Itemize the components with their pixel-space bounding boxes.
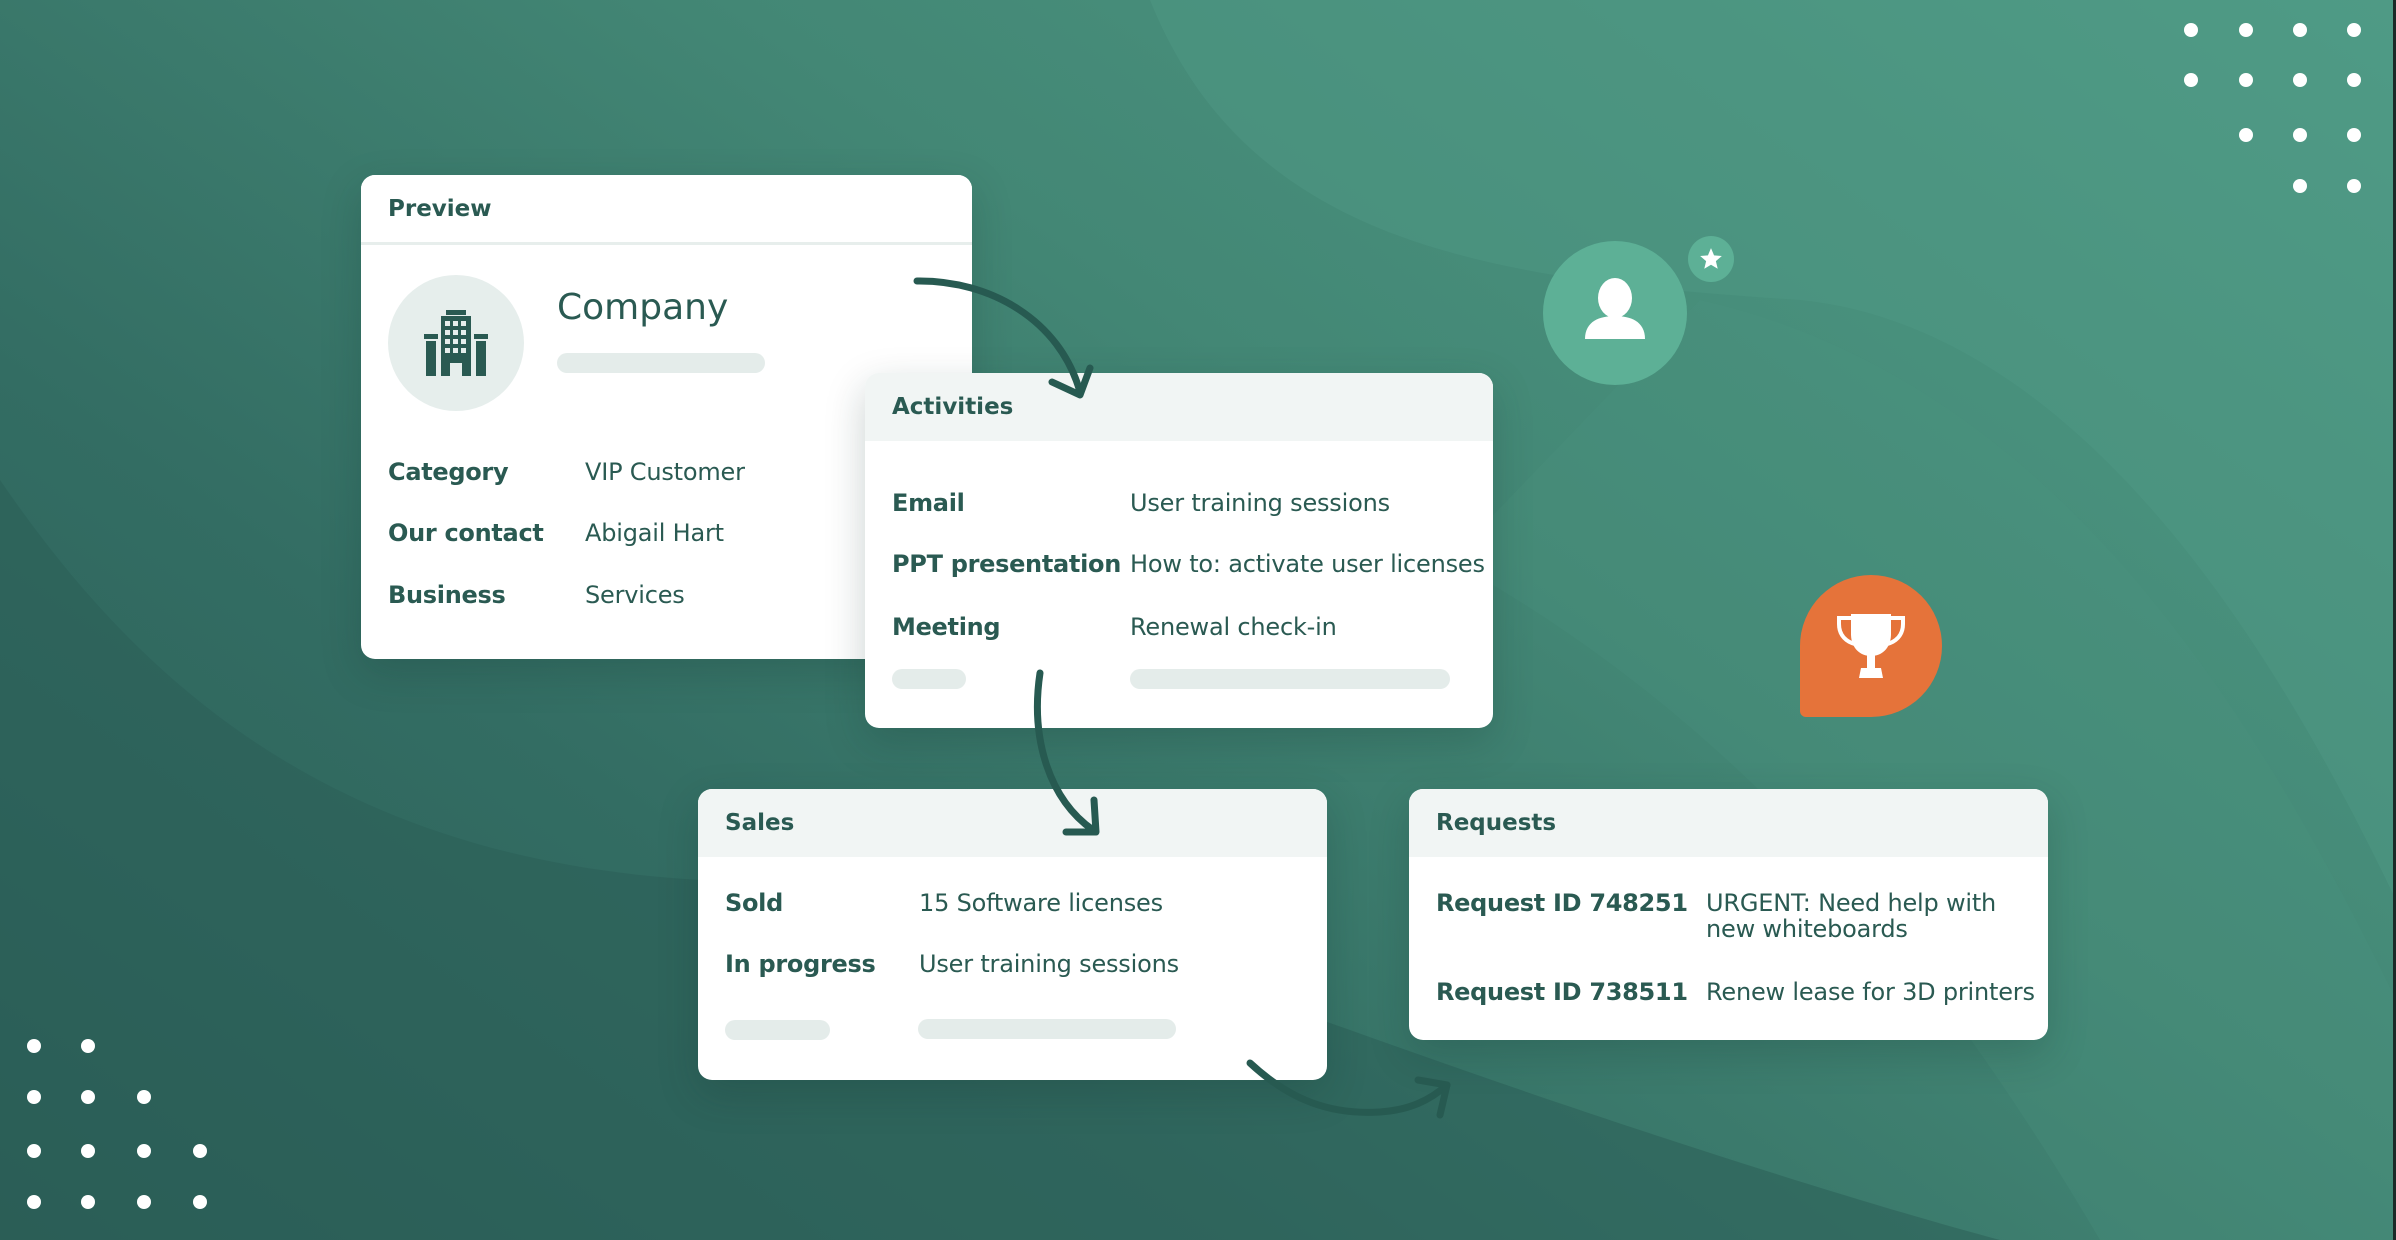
field-value: Services	[585, 581, 685, 609]
skeleton-bar	[557, 353, 765, 373]
sale-detail: User training sessions	[919, 950, 1179, 978]
dot	[137, 1144, 151, 1158]
activities-card-header: Activities	[865, 373, 1493, 441]
skeleton-bar	[725, 1020, 830, 1040]
activity-type: Meeting	[892, 613, 1001, 641]
dot	[2184, 23, 2198, 37]
skeleton-bar	[918, 1019, 1176, 1039]
trophy-icon	[1837, 614, 1905, 678]
dot	[2347, 73, 2361, 87]
field-label: Category	[388, 458, 509, 486]
dot	[2239, 73, 2253, 87]
sales-card-header: Sales	[698, 789, 1327, 857]
dot	[2239, 128, 2253, 142]
dot	[27, 1039, 41, 1053]
dot	[2239, 23, 2253, 37]
activity-type: Email	[892, 489, 965, 517]
user-badge	[1543, 241, 1687, 385]
dot	[2293, 128, 2307, 142]
user-icon	[1585, 278, 1645, 339]
request-id: Request ID 748251	[1436, 889, 1688, 917]
requests-card: Requests Request ID 748251 URGENT: Need …	[1409, 789, 2048, 1040]
trophy-badge	[1800, 575, 1942, 717]
dot	[193, 1195, 207, 1209]
dot	[27, 1195, 41, 1209]
request-description-continued: new whiteboards	[1706, 915, 1908, 943]
skeleton-bar	[1130, 669, 1450, 689]
preview-card-header: Preview	[361, 175, 972, 245]
requests-card-header: Requests	[1409, 789, 2048, 857]
request-id: Request ID 738511	[1436, 978, 1688, 1006]
request-description: Renew lease for 3D printers	[1706, 978, 2035, 1006]
dot	[27, 1090, 41, 1104]
sale-detail: 15 Software licenses	[919, 889, 1163, 917]
dot	[137, 1195, 151, 1209]
star-badge	[1688, 236, 1734, 282]
sale-status: In progress	[725, 950, 876, 978]
dot	[2347, 179, 2361, 193]
dot	[2293, 23, 2307, 37]
dot	[81, 1195, 95, 1209]
activity-subject: Renewal check-in	[1130, 613, 1337, 641]
activities-card: Activities Email User training sessions …	[865, 373, 1493, 728]
dot	[137, 1090, 151, 1104]
dot	[81, 1039, 95, 1053]
field-value: VIP Customer	[585, 458, 745, 486]
star-icon	[1700, 248, 1722, 269]
dot	[81, 1090, 95, 1104]
activity-subject: How to: activate user licenses	[1130, 550, 1485, 578]
dot	[81, 1144, 95, 1158]
sale-status: Sold	[725, 889, 783, 917]
activity-type: PPT presentation	[892, 550, 1121, 578]
company-name: Company	[557, 287, 729, 328]
company-avatar	[388, 275, 524, 411]
field-label: Business	[388, 581, 506, 609]
dot	[2293, 179, 2307, 193]
dot	[193, 1144, 207, 1158]
dot	[27, 1144, 41, 1158]
dot	[2293, 73, 2307, 87]
skeleton-bar	[892, 669, 966, 689]
field-value: Abigail Hart	[585, 519, 724, 547]
dot	[2347, 128, 2361, 142]
building-icon	[424, 310, 488, 376]
field-label: Our contact	[388, 519, 544, 547]
sales-card: Sales Sold 15 Software licenses In progr…	[698, 789, 1327, 1080]
activity-subject: User training sessions	[1130, 489, 1390, 517]
dot	[2347, 23, 2361, 37]
dot	[2184, 73, 2198, 87]
request-description: URGENT: Need help with	[1706, 889, 1997, 917]
